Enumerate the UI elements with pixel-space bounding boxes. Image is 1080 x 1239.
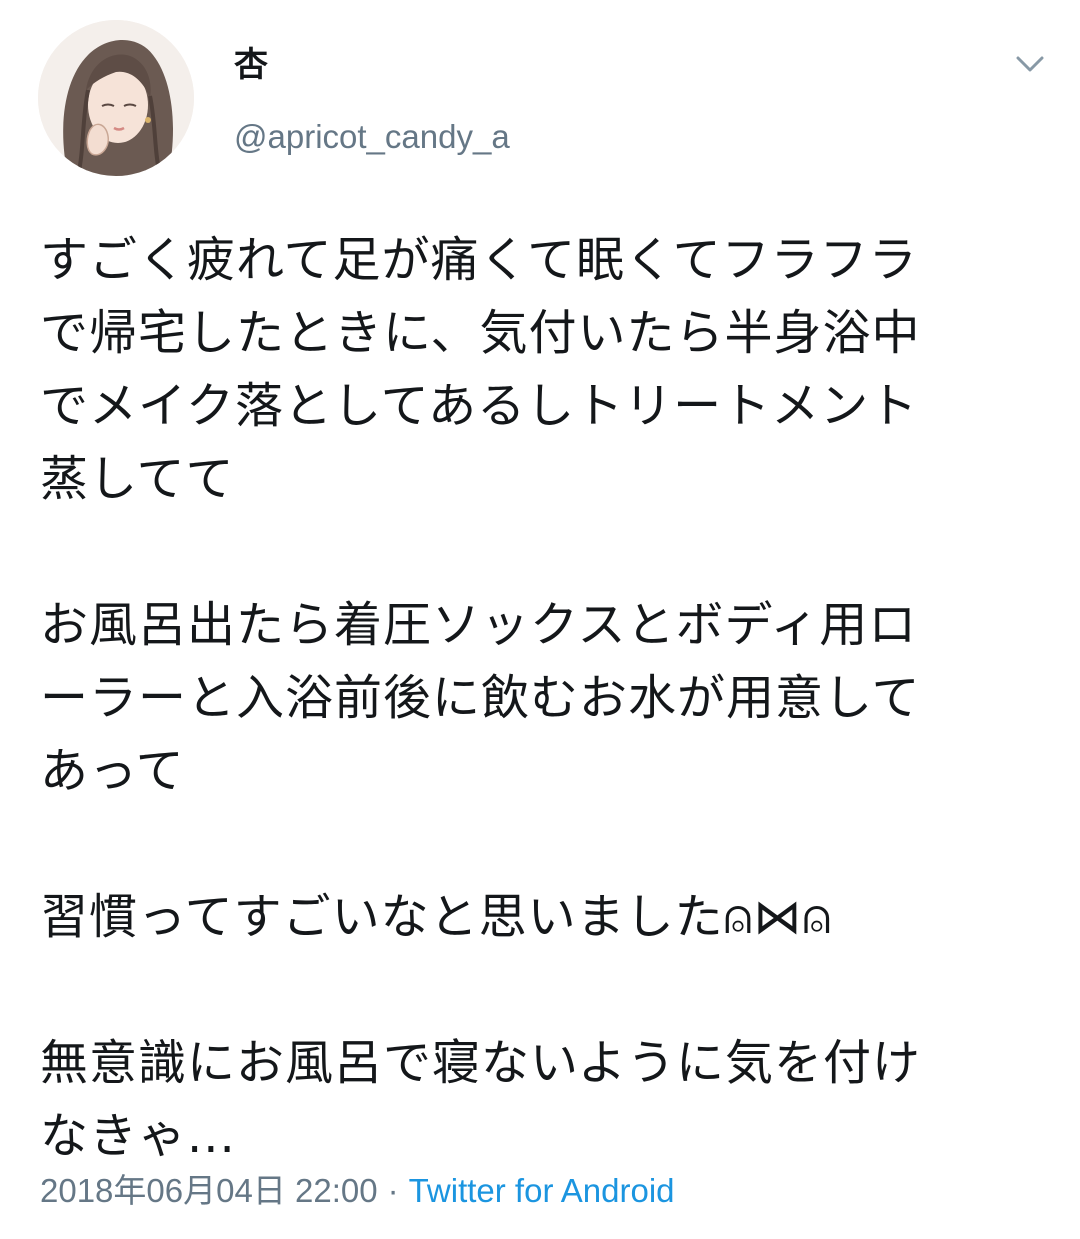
tweet-meta: 2018年06月04日 22:00 · Twitter for Android <box>40 1166 675 1216</box>
source-link[interactable]: Twitter for Android <box>409 1172 675 1209</box>
chevron-down-icon[interactable] <box>1010 44 1050 84</box>
avatar-illustration-icon <box>38 20 194 176</box>
timestamp[interactable]: 2018年06月04日 22:00 <box>40 1172 378 1209</box>
tweet-paragraph: お風呂出たら着圧ソックスとボディ用ロ ーラーと入浴前後に飲むお水が用意して あっ… <box>40 597 921 799</box>
tweet-text: すごく疲れて足が痛くて眠くてフラフラ で帰宅したときに、気付いたら半身浴中 でメ… <box>40 224 1050 1173</box>
display-name[interactable]: 杏 <box>234 40 268 90</box>
avatar[interactable] <box>38 20 194 176</box>
tweet-card: 杏 @apricot_candy_a すごく疲れて足が痛くて眠くてフラフラ で帰… <box>0 0 1080 1239</box>
tweet-paragraph: 無意識にお風呂で寝ないように気を付け なきゃ... <box>40 1035 922 1164</box>
meta-separator: · <box>387 1172 399 1209</box>
tweet-paragraph: すごく疲れて足が痛くて眠くてフラフラ で帰宅したときに、気付いたら半身浴中 でメ… <box>40 232 921 507</box>
tweet-paragraph: 習慣ってすごいなと思いました⍝⋈⍝ <box>40 889 833 945</box>
user-handle[interactable]: @apricot_candy_a <box>234 113 510 161</box>
